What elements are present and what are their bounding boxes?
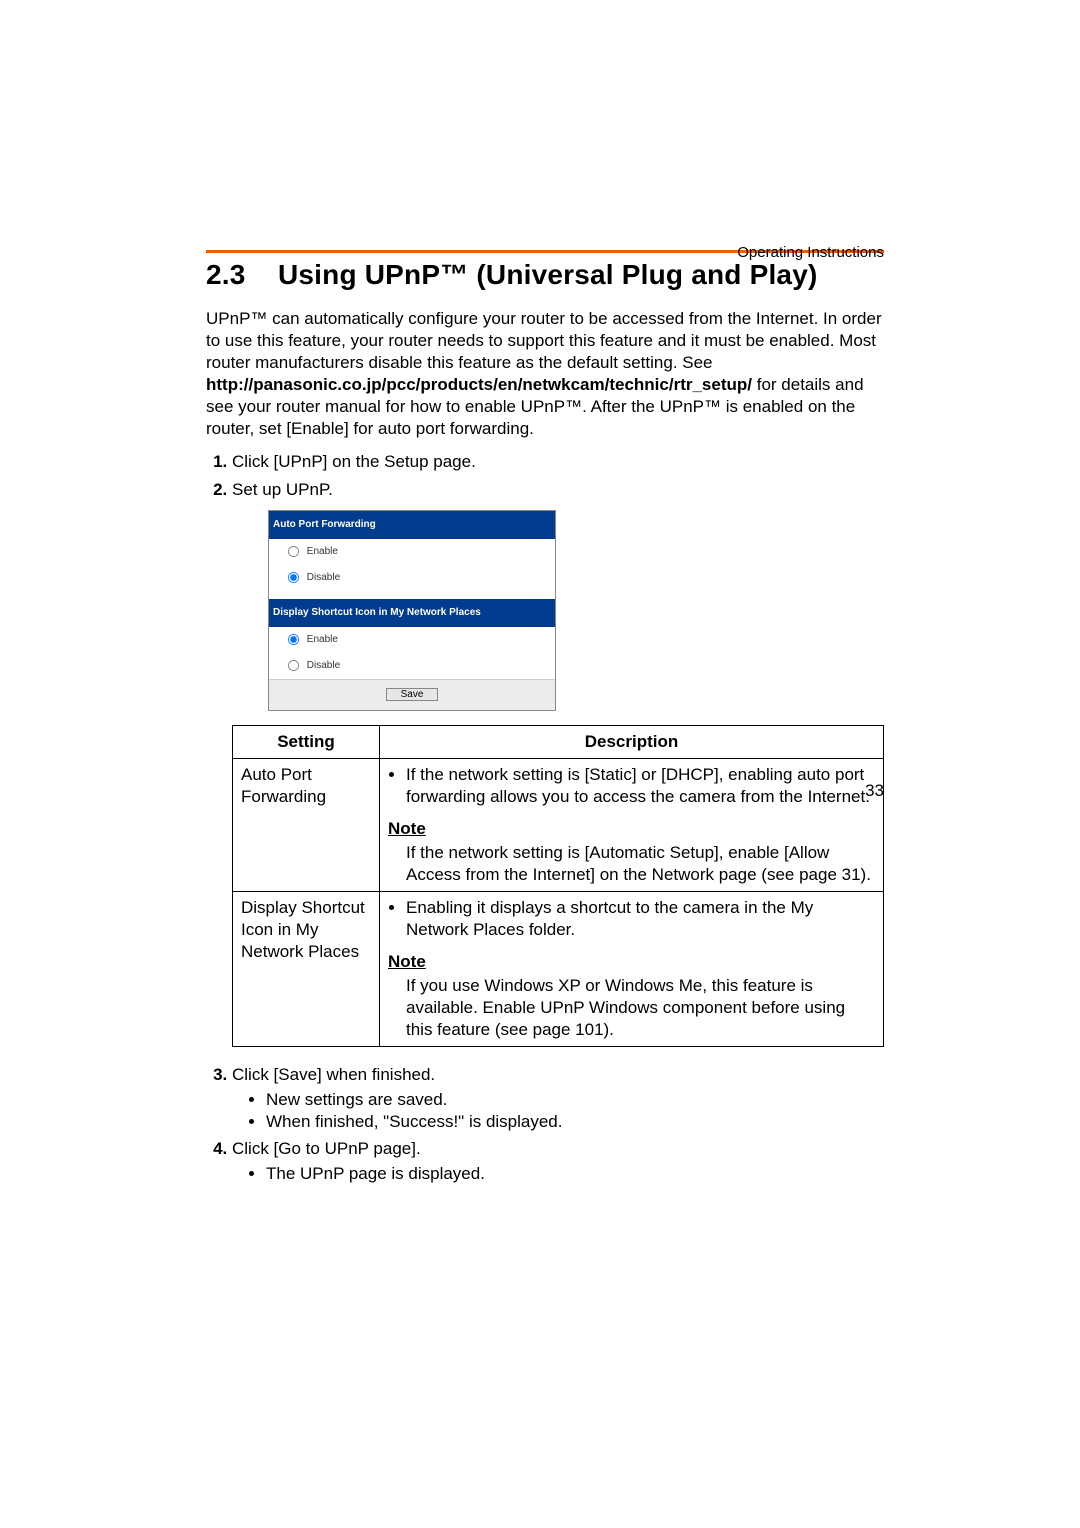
step-3-text: Click [Save] when finished. — [232, 1065, 435, 1084]
note-heading-2: Note — [388, 951, 875, 973]
step-3-sub: New settings are saved. When finished, "… — [266, 1089, 884, 1133]
cell-desc-1: If the network setting is [Static] or [D… — [380, 759, 884, 892]
save-button[interactable]: Save — [386, 688, 439, 701]
mock-opt-apf-disable[interactable]: Disable — [269, 565, 555, 591]
mock-opt-sc-disable[interactable]: Disable — [269, 653, 555, 679]
cell-desc-2: Enabling it displays a shortcut to the c… — [380, 892, 884, 1047]
intro-paragraph: UPnP™ can automatically configure your r… — [206, 308, 884, 440]
step-3-sub-2: When finished, "Success!" is displayed. — [266, 1111, 884, 1133]
section-number: 2.3 — [206, 259, 270, 291]
step-4-sub-1: The UPnP page is displayed. — [266, 1163, 884, 1185]
th-setting: Setting — [233, 726, 380, 759]
upnp-settings-mock: Auto Port Forwarding Enable Disable Disp… — [268, 510, 556, 711]
desc-bullet-2: Enabling it displays a shortcut to the c… — [406, 897, 875, 941]
desc-bullet-1-item: If the network setting is [Static] or [D… — [406, 764, 875, 808]
radio-sc-enable[interactable] — [288, 634, 299, 645]
step-2-text: Set up UPnP. — [232, 480, 333, 499]
steps-list: Click [UPnP] on the Setup page. Set up U… — [206, 450, 884, 1185]
section-title-text: Using UPnP™ (Universal Plug and Play) — [278, 259, 818, 290]
mock-opt-apf-enable[interactable]: Enable — [269, 539, 555, 565]
label-disable: Disable — [307, 572, 340, 583]
label-enable-2: Enable — [307, 634, 338, 645]
label-disable-2: Disable — [307, 660, 340, 671]
step-3-sub-1: New settings are saved. — [266, 1089, 884, 1111]
cell-setting-1: Auto Port Forwarding — [233, 759, 380, 892]
radio-apf-disable[interactable] — [288, 572, 299, 583]
note-text-2: If you use Windows XP or Windows Me, thi… — [406, 975, 875, 1041]
running-head: Operating Instructions — [737, 244, 884, 261]
mock-footer: Save — [269, 679, 555, 710]
cell-setting-2: Display Shortcut Icon in My Network Plac… — [233, 892, 380, 1047]
settings-description-table: Setting Description Auto Port Forwarding… — [232, 725, 884, 1047]
intro-pre: UPnP™ can automatically configure your r… — [206, 309, 882, 372]
page-number: 33 — [865, 781, 884, 801]
step-3: Click [Save] when finished. New settings… — [232, 1063, 884, 1133]
desc-bullet-2-item: Enabling it displays a shortcut to the c… — [406, 897, 875, 941]
note-text-1: If the network setting is [Automatic Set… — [406, 842, 875, 886]
section-heading: 2.3 Using UPnP™ (Universal Plug and Play… — [206, 259, 884, 291]
mock-bar-auto-port: Auto Port Forwarding — [269, 511, 555, 539]
mock-bar-shortcut: Display Shortcut Icon in My Network Plac… — [269, 599, 555, 627]
intro-link: http://panasonic.co.jp/pcc/products/en/n… — [206, 375, 752, 394]
table-row: Auto Port Forwarding If the network sett… — [233, 759, 884, 892]
table-row: Display Shortcut Icon in My Network Plac… — [233, 892, 884, 1047]
label-enable: Enable — [307, 546, 338, 557]
step-4: Click [Go to UPnP page]. The UPnP page i… — [232, 1137, 884, 1185]
manual-page: Operating Instructions 2.3 Using UPnP™ (… — [0, 0, 1080, 1233]
step-2: Set up UPnP. Auto Port Forwarding Enable… — [232, 478, 884, 1047]
step-1: Click [UPnP] on the Setup page. — [232, 450, 884, 474]
step-4-sub: The UPnP page is displayed. — [266, 1163, 884, 1185]
step-4-text: Click [Go to UPnP page]. — [232, 1139, 421, 1158]
th-description: Description — [380, 726, 884, 759]
mock-opt-sc-enable[interactable]: Enable — [269, 627, 555, 653]
note-heading-1: Note — [388, 818, 875, 840]
radio-sc-disable[interactable] — [288, 660, 299, 671]
desc-bullet-1: If the network setting is [Static] or [D… — [406, 764, 875, 808]
radio-apf-enable[interactable] — [288, 546, 299, 557]
